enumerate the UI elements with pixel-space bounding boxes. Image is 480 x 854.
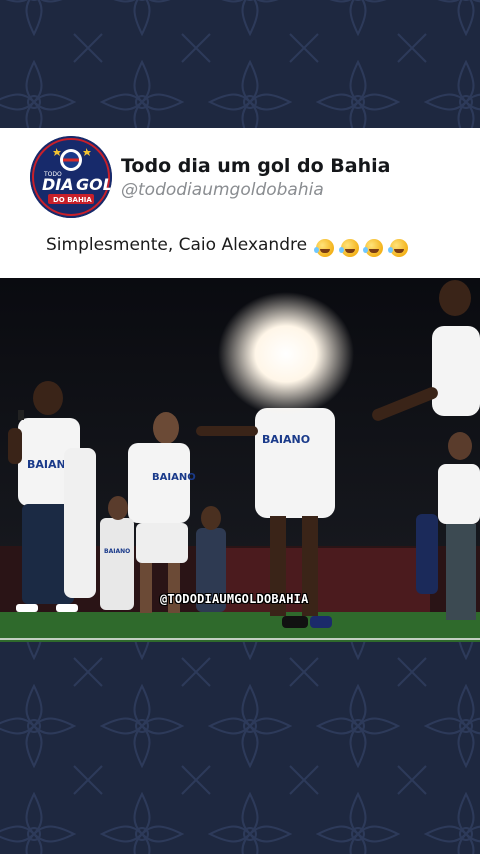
tweet-text: Simplesmente, Caio Alexandre — [46, 235, 409, 258]
tweet-card: TODO DIA GOL DO BAHIA Todo dia um gol do… — [0, 128, 480, 278]
rolling-laughing-emoji-icon — [338, 239, 359, 257]
background-pattern-top — [0, 0, 480, 128]
camera-flash-glare — [218, 292, 354, 416]
svg-text:BAIANO: BAIANO — [152, 472, 196, 483]
profile-avatar[interactable]: TODO DIA GOL DO BAHIA — [30, 136, 112, 218]
video-scene: BAIANO BAIANO 26 BAIANO — [0, 278, 480, 642]
bahia-logo-icon: TODO DIA GOL DO BAHIA — [30, 136, 112, 218]
video-frame[interactable]: BAIANO BAIANO 26 BAIANO — [0, 278, 480, 642]
display-name[interactable]: Todo dia um gol do Bahia — [121, 155, 390, 177]
rolling-laughing-emoji-icon — [387, 239, 408, 257]
avatar-logo-line3: DO BAHIA — [53, 196, 92, 204]
rolling-laughing-emoji-icon — [314, 239, 335, 257]
background-pattern-bottom — [0, 642, 480, 854]
rolling-laughing-emoji-icon — [363, 239, 384, 257]
video-watermark: @TODODIAUMGOLDOBAHIA — [160, 592, 309, 606]
avatar-logo-line2: GOL — [76, 175, 112, 194]
jersey-text-center: BAIANO — [262, 433, 310, 446]
account-handle[interactable]: @tododiaumgoldobahia — [121, 180, 324, 200]
tweet-text-body: Simplesmente, Caio Alexandre — [46, 235, 308, 255]
jersey-text-background: BAIANO — [104, 548, 130, 555]
emoji-row — [314, 238, 408, 258]
avatar-logo-line1: DIA — [42, 175, 74, 194]
